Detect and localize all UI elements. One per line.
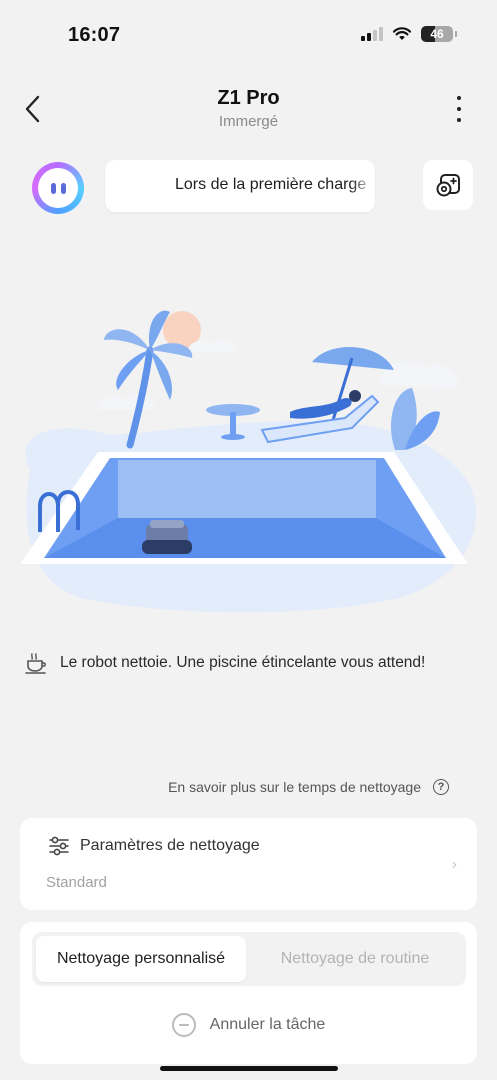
assistant-avatar-icon: [38, 168, 78, 208]
cleaning-settings-value: Standard: [46, 874, 107, 891]
assistant-avatar[interactable]: [32, 162, 84, 214]
cellular-signal-icon: [361, 27, 383, 41]
more-icon: [457, 96, 461, 100]
remote-control-icon: [436, 174, 460, 197]
cleaning-mode-card: Nettoyage personnalisé Nettoyage de rout…: [20, 922, 477, 1064]
cancel-task-label: Annuler la tâche: [209, 1016, 326, 1033]
device-status-subtitle: Immergé: [218, 113, 279, 130]
learn-more-link[interactable]: En savoir plus sur le temps de nettoyage…: [168, 779, 449, 795]
help-icon: ?: [433, 779, 449, 795]
assistant-message-bubble[interactable]: Lors de la première charge: [105, 160, 375, 212]
more-options-button[interactable]: [451, 96, 467, 122]
sliders-icon: [49, 836, 69, 856]
learn-more-text: En savoir plus sur le temps de nettoyage: [168, 779, 421, 795]
cancel-icon: [171, 1013, 196, 1037]
cleaning-settings-label: Paramètres de nettoyage: [80, 837, 260, 854]
cleaning-settings-card[interactable]: Paramètres de nettoyage Standard ›: [20, 818, 477, 910]
tab-custom-cleaning[interactable]: Nettoyage personnalisé: [36, 936, 246, 982]
chevron-right-icon: ›: [451, 856, 457, 873]
battery-indicator: 46: [421, 26, 457, 42]
remote-control-button[interactable]: [423, 160, 473, 210]
page-title: Z1 Pro: [217, 87, 280, 109]
battery-level: 46: [430, 27, 444, 41]
home-indicator: [160, 1066, 338, 1071]
cancel-task-button[interactable]: Annuler la tâche: [20, 1013, 477, 1037]
coffee-cup-icon: [25, 653, 46, 674]
status-indicators: 46: [361, 26, 457, 42]
cleaning-status-text: Le robot nettoie. Une piscine étincelant…: [60, 654, 426, 671]
pool-illustration: [20, 310, 477, 613]
tab-routine-cleaning[interactable]: Nettoyage de routine: [248, 936, 462, 982]
wifi-icon: [393, 27, 411, 40]
assistant-message-text: Lors de la première charge: [175, 176, 367, 193]
cleaning-status-row: Le robot nettoie. Une piscine étincelant…: [24, 652, 425, 674]
status-time: 16:07: [68, 24, 121, 46]
cleaning-mode-segmented-control: Nettoyage personnalisé Nettoyage de rout…: [32, 932, 466, 986]
